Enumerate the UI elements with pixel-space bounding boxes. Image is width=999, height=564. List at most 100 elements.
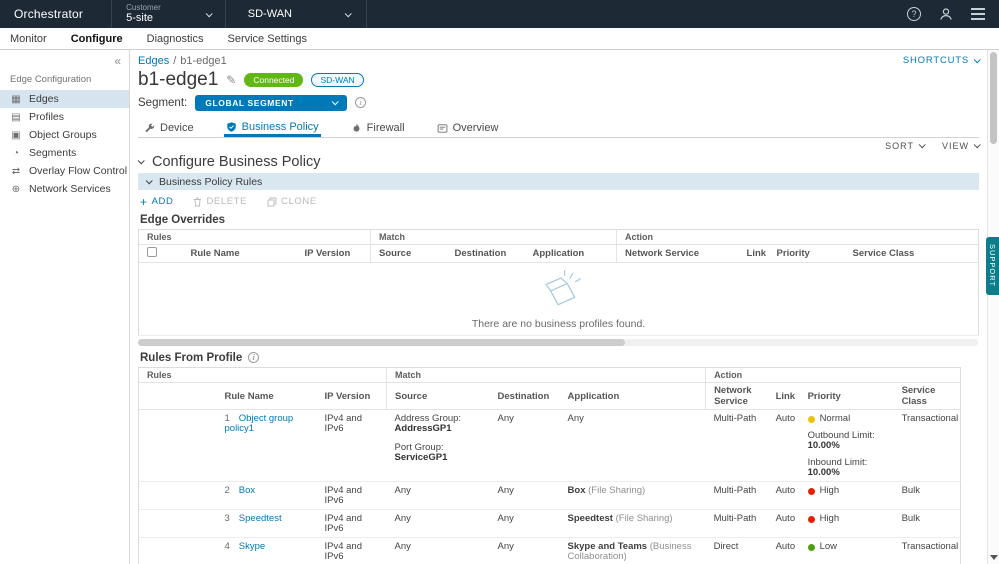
nav-tab-service-settings[interactable]: Service Settings — [228, 33, 307, 45]
application-category: (File Sharing) — [588, 485, 645, 496]
shortcuts-menu[interactable]: SHORTCUTS — [903, 55, 979, 66]
breadcrumb: Edges / b1-edge1 SHORTCUTS — [138, 54, 979, 67]
source-value: Any — [395, 485, 411, 496]
rule-number: 4 — [225, 542, 230, 552]
menu-icon[interactable] — [971, 8, 985, 20]
profiles-icon: ▤ — [10, 112, 22, 123]
source-cell: Any — [387, 482, 490, 510]
chevron-down-icon — [345, 10, 352, 17]
rule-name-cell: 4 Skype — [217, 538, 317, 564]
network-service-cell: Multi-Path — [706, 482, 768, 510]
profile-rule-row[interactable]: 3SpeedtestIPv4 and IPv6AnyAnySpeedtest (… — [139, 510, 961, 538]
chevron-down-icon — [332, 98, 339, 105]
nav-tab-configure[interactable]: Configure — [71, 33, 123, 45]
segment-select[interactable]: GLOBAL SEGMENT — [195, 95, 347, 111]
rules-from-profile-info-icon[interactable]: i — [248, 352, 259, 363]
nav-tab-monitor[interactable]: Monitor — [10, 33, 47, 45]
select-all-checkbox[interactable] — [147, 247, 157, 257]
configure-business-policy-heading[interactable]: Configure Business Policy — [138, 152, 979, 171]
sidebar-item-network-services[interactable]: ⊕ Network Services — [0, 180, 129, 198]
vertical-scrollbar[interactable] — [987, 50, 999, 564]
delete-button[interactable]: DELETE — [193, 196, 247, 207]
clone-icon — [267, 197, 277, 207]
col-link: Link — [739, 245, 769, 263]
top-bar-actions: ? — [907, 7, 985, 21]
source-group-line: Port Group: ServiceGP1 — [395, 443, 482, 463]
chevron-down-icon — [919, 141, 926, 148]
sidebar-collapse-icon[interactable]: « — [114, 54, 121, 68]
nav-tab-diagnostics[interactable]: Diagnostics — [147, 33, 204, 45]
source-cell: Any — [387, 510, 490, 538]
rules-from-profile-title: Rules From Profile — [140, 352, 242, 364]
object-groups-icon: ▣ — [10, 130, 22, 141]
segment-info-icon[interactable]: i — [355, 97, 366, 108]
business-policy-rules-panel-header[interactable]: Business Policy Rules — [138, 173, 979, 190]
rule-name-link[interactable]: Box — [239, 485, 255, 496]
application-category: (File Sharing) — [616, 513, 673, 524]
edit-title-icon[interactable]: ✎ — [226, 73, 236, 87]
sidebar-item-profiles[interactable]: ▤ Profiles — [0, 108, 129, 126]
customer-menu[interactable]: Customer 5-site — [111, 0, 226, 28]
col-destination: Destination — [490, 383, 560, 410]
row-spacer-cell — [139, 482, 217, 510]
column-header-row: Rule Name IP Version Source Destination … — [139, 383, 961, 410]
clone-button[interactable]: CLONE — [267, 196, 317, 207]
profile-rule-row[interactable]: 2BoxIPv4 and IPv6AnyAnyBox (File Sharing… — [139, 482, 961, 510]
col-rule-name: Rule Name — [217, 383, 317, 410]
main-content: Edges / b1-edge1 SHORTCUTS b1-edge1 ✎ Co… — [130, 50, 987, 564]
group-rules: Rules — [139, 368, 387, 383]
support-tab[interactable]: SUPPORT — [986, 237, 999, 295]
sidebar-item-edges[interactable]: ▦ Edges — [0, 90, 129, 108]
source-cell: Any — [387, 538, 490, 564]
tab-firewall[interactable]: Firewall — [349, 116, 407, 137]
col-application: Application — [560, 383, 706, 410]
tab-label: Device — [160, 122, 194, 134]
view-menu[interactable]: VIEW — [942, 140, 979, 151]
rules-panel-title: Business Policy Rules — [159, 176, 262, 188]
group-match: Match — [387, 368, 706, 383]
chevron-down-icon — [974, 141, 981, 148]
add-button[interactable]: + ADD — [140, 196, 173, 207]
sidebar-item-object-groups[interactable]: ▣ Object Groups — [0, 126, 129, 144]
application-name: Box — [568, 485, 586, 496]
breadcrumb-edges-link[interactable]: Edges — [138, 55, 169, 67]
add-label: ADD — [152, 196, 174, 207]
view-label: VIEW — [942, 141, 969, 151]
spacer-header — [139, 383, 217, 410]
tab-business-policy[interactable]: Business Policy — [224, 116, 321, 137]
section-title: Configure Business Policy — [152, 154, 320, 170]
vertical-scrollbar-thumb[interactable] — [990, 52, 997, 144]
tab-label: Business Policy — [242, 121, 319, 133]
sidebar-item-overlay-flow-control[interactable]: ⇄ Overlay Flow Control — [0, 162, 129, 180]
service-class-cell: Bulk — [894, 510, 961, 538]
segment-value: GLOBAL SEGMENT — [205, 98, 294, 108]
help-icon[interactable]: ? — [907, 7, 921, 21]
tab-device[interactable]: Device — [142, 116, 196, 137]
group-action: Action — [706, 368, 961, 383]
profile-rule-row[interactable]: 4SkypeIPv4 and IPv6AnyAnySkype and Teams… — [139, 538, 961, 564]
rule-name-link[interactable]: Skype — [239, 541, 265, 552]
tab-overview[interactable]: Overview — [435, 116, 501, 137]
sidebar-item-segments[interactable]: ◔ Segments — [0, 144, 129, 162]
user-icon[interactable] — [939, 7, 953, 21]
edge-tabs: Device Business Policy Firewall — [138, 116, 979, 138]
edges-icon: ▦ — [10, 94, 22, 105]
application-cell: Skype and Teams (Business Collaboration) — [560, 538, 706, 564]
link-cell: Auto — [768, 510, 800, 538]
overview-icon — [437, 123, 448, 134]
horizontal-scrollbar-thumb[interactable] — [138, 339, 625, 346]
sort-label: SORT — [885, 141, 914, 151]
horizontal-scrollbar[interactable] — [138, 339, 978, 346]
arrow-down-icon — [990, 555, 998, 560]
scroll-down-button[interactable] — [988, 552, 999, 562]
rule-name-link[interactable]: Speedtest — [239, 513, 282, 524]
rules-from-profile-table: Rules Match Action Rule Name IP Version … — [138, 367, 961, 564]
brand-title: Orchestrator — [14, 7, 83, 21]
sort-menu[interactable]: SORT — [885, 140, 924, 151]
profile-rule-row[interactable]: 1Object group policy1IPv4 and IPv6Addres… — [139, 410, 961, 482]
source-value: Any — [395, 513, 411, 524]
rule-name-link[interactable]: Object group policy1 — [225, 413, 294, 434]
product-menu-label: SD-WAN — [248, 8, 292, 20]
product-menu[interactable]: SD-WAN — [232, 0, 367, 28]
group-match: Match — [371, 230, 617, 245]
